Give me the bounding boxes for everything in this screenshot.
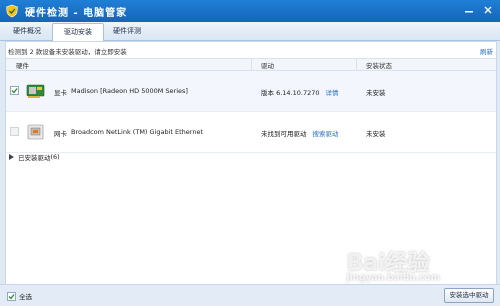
checkmark-icon bbox=[8, 293, 15, 299]
watermark-sub: jingyan.baidu.com bbox=[346, 273, 440, 283]
table-row[interactable]: 网卡 Broadcom NetLink (TM) Gigabit Etherne… bbox=[6, 112, 496, 153]
shield-logo-icon bbox=[5, 4, 19, 18]
driver-info: 版本 6.14.10.7270 详情 bbox=[261, 87, 338, 97]
row-checkbox[interactable] bbox=[10, 127, 19, 136]
installed-label: 已安装驱动 bbox=[18, 154, 51, 162]
close-button[interactable] bbox=[482, 4, 494, 16]
bottom-bar: 全选 安装选中驱动 bbox=[0, 284, 500, 306]
driver-not-found: 未找到可用驱动 bbox=[261, 130, 307, 138]
installed-drivers-toggle[interactable]: 已安装驱动 (6) bbox=[6, 150, 496, 164]
tab-driver-install[interactable]: 驱动安装 bbox=[52, 23, 104, 42]
select-all-label: 全选 bbox=[19, 293, 32, 301]
driver-details-link[interactable]: 详情 bbox=[325, 89, 338, 97]
refresh-link[interactable]: 刷新 bbox=[480, 46, 493, 56]
tab-hardware-benchmark[interactable]: 硬件评测 bbox=[104, 24, 150, 39]
install-selected-button[interactable]: 安装选中驱动 bbox=[444, 288, 494, 303]
device-type: 显卡 bbox=[54, 89, 67, 97]
column-hardware: 硬件 bbox=[16, 62, 29, 70]
driver-version: 版本 6.14.10.7270 bbox=[261, 89, 320, 97]
select-all[interactable]: 全选 bbox=[7, 291, 32, 301]
install-status: 未安装 bbox=[366, 130, 386, 138]
installed-count: (6) bbox=[50, 153, 60, 161]
checkmark-icon bbox=[11, 88, 18, 94]
column-driver: 驱动 bbox=[261, 62, 274, 70]
tab-bar: 硬件概况 驱动安装 硬件评测 bbox=[0, 22, 500, 42]
table-row[interactable]: 显卡 Madison [Radeon HD 5000M Series] 版本 6… bbox=[6, 71, 496, 112]
expand-triangle-icon bbox=[9, 154, 14, 160]
minimize-button[interactable] bbox=[463, 4, 475, 16]
detection-info: 检测到 2 款设备未安装驱动，请立即安装 bbox=[8, 46, 127, 56]
info-suffix: 款设备未安装驱动，请立即安装 bbox=[35, 48, 127, 56]
info-prefix: 检测到 bbox=[8, 48, 28, 56]
row-checkbox[interactable] bbox=[10, 86, 19, 95]
column-status: 安装状态 bbox=[366, 62, 392, 70]
tab-hardware-overview[interactable]: 硬件概况 bbox=[4, 24, 50, 39]
title-bar: 硬件检测 - 电脑管家 bbox=[0, 0, 500, 22]
window-title: 硬件检测 - 电脑管家 bbox=[25, 7, 128, 19]
search-driver-link[interactable]: 搜索驱动 bbox=[313, 130, 339, 138]
info-count: 2 bbox=[29, 48, 34, 56]
minimize-icon bbox=[465, 11, 473, 13]
table-header: 硬件 驱动 安装状态 bbox=[6, 58, 496, 71]
install-status: 未安装 bbox=[366, 89, 386, 97]
watermark: Bai经验 jingyan.baidu.com bbox=[346, 245, 440, 283]
device-name: Broadcom NetLink (TM) Gigabit Ethernet bbox=[71, 128, 204, 136]
network-card-icon bbox=[26, 122, 46, 142]
select-all-checkbox[interactable] bbox=[7, 291, 16, 301]
close-icon bbox=[484, 6, 492, 14]
graphics-card-icon bbox=[26, 81, 46, 101]
device-name: Madison [Radeon HD 5000M Series] bbox=[71, 87, 188, 95]
device-type: 网卡 bbox=[54, 130, 67, 138]
driver-info: 未找到可用驱动 搜索驱动 bbox=[261, 128, 339, 138]
